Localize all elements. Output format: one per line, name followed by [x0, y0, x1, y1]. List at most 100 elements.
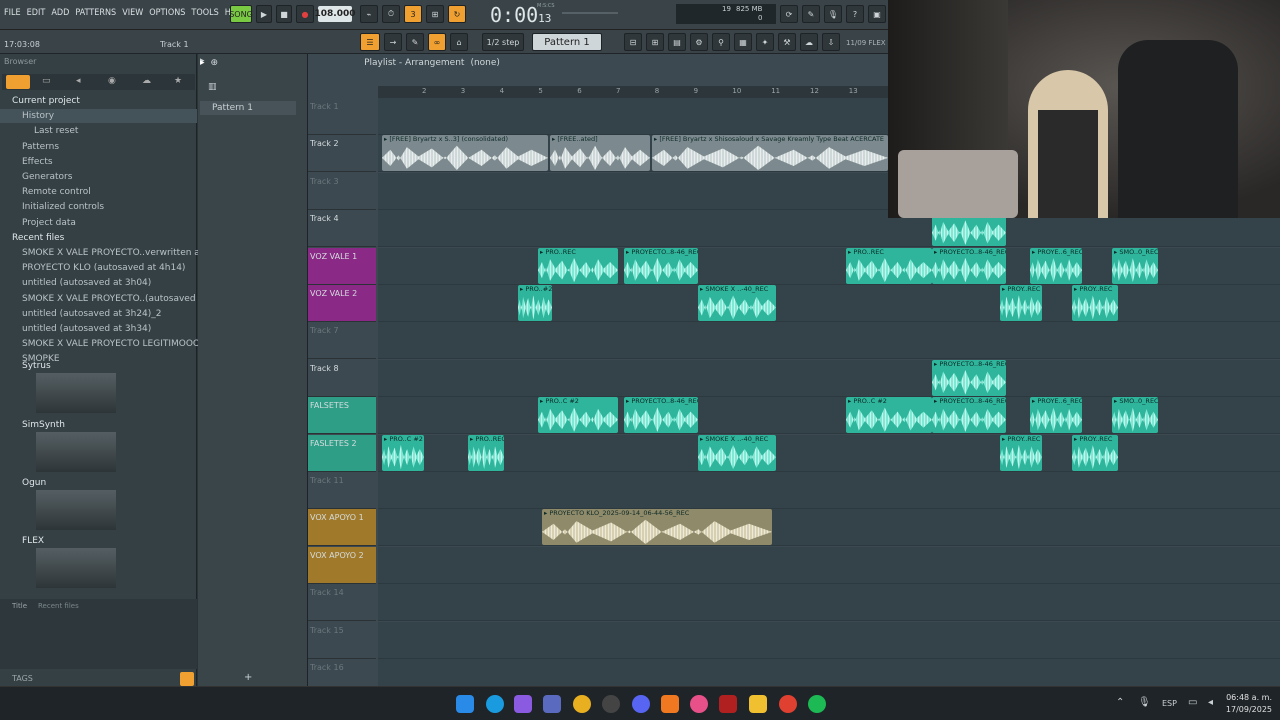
- help-icon[interactable]: ?: [846, 5, 864, 23]
- browser-item-file[interactable]: untitled (autosaved at 3h24)_2: [0, 307, 197, 321]
- audio-clip[interactable]: ▸ PROYECTO..8-46_REC: [932, 397, 1006, 434]
- audio-clip[interactable]: ▸ PROY..REC: [1000, 285, 1042, 321]
- piano-roll-icon[interactable]: ▤: [668, 33, 686, 51]
- chrome-icon[interactable]: [573, 695, 591, 713]
- track-header[interactable]: Track 11: [308, 472, 376, 509]
- obs-icon[interactable]: [602, 695, 620, 713]
- wait-input-icon[interactable]: ⏱: [382, 5, 400, 23]
- file-icon[interactable]: ▭: [42, 76, 51, 86]
- countdown-icon[interactable]: 3: [404, 5, 422, 23]
- track-lane[interactable]: [378, 434, 1280, 472]
- tray-language[interactable]: ESP: [1162, 699, 1177, 708]
- start-icon[interactable]: [456, 695, 474, 713]
- track-lane[interactable]: [378, 285, 1280, 322]
- plugin-db-icon[interactable]: ◉: [108, 76, 116, 86]
- audio-clip[interactable]: ▸ PROY..REC: [1072, 285, 1118, 321]
- browser-item-section[interactable]: Recent files: [0, 231, 197, 245]
- flstudio-icon[interactable]: [661, 695, 679, 713]
- audio-clip[interactable]: ▸ PROYECTO..8-46_REC: [624, 397, 698, 434]
- stamp-icon[interactable]: ⌂: [450, 33, 468, 51]
- tempo-display[interactable]: 108.000: [315, 6, 356, 22]
- menu-item-file[interactable]: FILE: [4, 8, 21, 18]
- cloud-tab-icon[interactable]: ☁: [142, 76, 151, 86]
- menu-item-add[interactable]: ADD: [51, 8, 69, 18]
- audio-clip[interactable]: ▸ PRO..#2: [518, 285, 552, 321]
- tray-chevron-icon[interactable]: ⌃: [1116, 697, 1124, 708]
- audio-clip[interactable]: ▸ SMOKE X ..-40_REC: [698, 285, 776, 321]
- browser-item-leaf[interactable]: Last reset: [0, 124, 197, 138]
- audio-clip[interactable]: ▸ PROYECTO..8-46_REC: [932, 359, 1006, 396]
- track-lane[interactable]: [378, 621, 1280, 659]
- spotify-icon[interactable]: [808, 695, 826, 713]
- plugin-thumbnail[interactable]: [36, 490, 116, 530]
- audio-clip[interactable]: ▸ PRO..C #2: [846, 397, 932, 434]
- magnet-icon[interactable]: ⊕: [211, 58, 219, 68]
- browser-icon[interactable]: ⚙: [690, 33, 708, 51]
- track-header[interactable]: VOZ VALE 2: [308, 285, 376, 322]
- audio-clip[interactable]: ▸ PROY..REC: [1072, 434, 1118, 471]
- audio-clip[interactable]: ▸ PROYECTO..8-46_REC: [932, 247, 1006, 284]
- audio-clip[interactable]: ▸ PROYECTO..8-46_REC: [624, 247, 698, 284]
- browser-item-file[interactable]: SMOKE X VALE PROYECTO..(autosaved at 1h1…: [0, 292, 237, 306]
- audio-clip[interactable]: ▸ [FREE] Bryartz x S..3] (consolidated): [382, 135, 548, 172]
- tray-clock[interactable]: 06:48 a. m. 17/09/2025: [1226, 692, 1272, 716]
- menu-item-edit[interactable]: EDIT: [27, 8, 46, 18]
- discord-icon[interactable]: [632, 695, 650, 713]
- track-header[interactable]: Track 1: [308, 98, 376, 135]
- plugin-thumbnail[interactable]: [36, 373, 116, 413]
- speaker-icon[interactable]: ◂: [76, 76, 81, 86]
- plugin-sytrus[interactable]: Sytrus: [0, 359, 197, 373]
- browser-item-section[interactable]: Current project: [0, 94, 197, 108]
- track-header[interactable]: VOX APOYO 1: [308, 509, 376, 547]
- pattern-item[interactable]: Pattern 1: [200, 101, 296, 115]
- audio-clip[interactable]: ▸ [FREE] Bryartz x Shisosaloud x Savage …: [652, 135, 888, 172]
- track-header[interactable]: Track 2: [308, 135, 376, 173]
- track-header[interactable]: Track 3: [308, 173, 376, 210]
- stop-button[interactable]: ■: [276, 5, 292, 23]
- cloud-icon[interactable]: ☁: [800, 33, 818, 51]
- audio-clip[interactable]: ▸ SMOKE X ..-40_REC: [698, 434, 776, 471]
- track-header[interactable]: Track 4: [308, 210, 376, 248]
- copilot-icon[interactable]: [514, 695, 532, 713]
- master-pitch-slider[interactable]: [562, 12, 618, 14]
- mic-icon[interactable]: 🎙: [824, 5, 842, 23]
- tray-mic-icon[interactable]: 🎙: [1138, 697, 1151, 708]
- touch-icon[interactable]: ⚒: [778, 33, 796, 51]
- browser-item-sub[interactable]: Effects: [0, 155, 197, 169]
- loop-record-icon[interactable]: ↻: [448, 5, 466, 23]
- browser-item-sub[interactable]: Generators: [0, 170, 197, 184]
- sync-icon[interactable]: ⟳: [780, 5, 798, 23]
- track-header[interactable]: Track 7: [308, 322, 376, 360]
- browser-item-file[interactable]: PROYECTO KLO (autosaved at 4h14): [0, 261, 197, 275]
- track-lane[interactable]: [378, 509, 1280, 547]
- plugin-simsynth[interactable]: SimSynth: [0, 418, 197, 432]
- track-lane[interactable]: [378, 359, 1280, 397]
- pattern-select[interactable]: Pattern 1: [532, 33, 602, 51]
- settings-icon[interactable]: ✎: [802, 5, 820, 23]
- menu-item-tools[interactable]: TOOLS: [191, 8, 218, 18]
- star-icon[interactable]: ★: [174, 76, 182, 86]
- audio-clip[interactable]: ▸ PROY..REC: [1000, 434, 1042, 471]
- app-pink-icon[interactable]: [690, 695, 708, 713]
- step-seq-icon[interactable]: ▦: [734, 33, 752, 51]
- plugin-thumbnail[interactable]: [36, 548, 116, 588]
- chrome-alt-icon[interactable]: [779, 695, 797, 713]
- save-icon[interactable]: ▣: [868, 5, 886, 23]
- record-button[interactable]: ●: [296, 5, 314, 23]
- mixer-icon[interactable]: ⊟: [624, 33, 642, 51]
- playlist-icon[interactable]: ☰: [360, 33, 380, 51]
- browser-item-sub[interactable]: Project data: [0, 216, 197, 230]
- vscode-icon[interactable]: [543, 695, 561, 713]
- plugin-picker-icon[interactable]: ✦: [756, 33, 774, 51]
- search-icon[interactable]: [180, 672, 194, 686]
- audio-clip[interactable]: ▸ PRO..REC: [538, 247, 618, 284]
- audio-clip[interactable]: ▸ SMO..0_REC: [1112, 247, 1158, 284]
- track-header[interactable]: Track 8: [308, 360, 376, 397]
- audio-clip[interactable]: ▸ PRO..C #2: [538, 397, 618, 434]
- browser-item-sub[interactable]: Initialized controls: [0, 200, 197, 214]
- browser-item-file[interactable]: untitled (autosaved at 3h04): [0, 276, 197, 290]
- audio-clip[interactable]: ▸ PROYE..6_REC: [1030, 247, 1082, 284]
- track-header[interactable]: Track 15: [308, 622, 376, 659]
- audio-clip[interactable]: ▸ PRO..REC: [468, 434, 504, 471]
- snap-select[interactable]: 1/2 step: [482, 33, 524, 51]
